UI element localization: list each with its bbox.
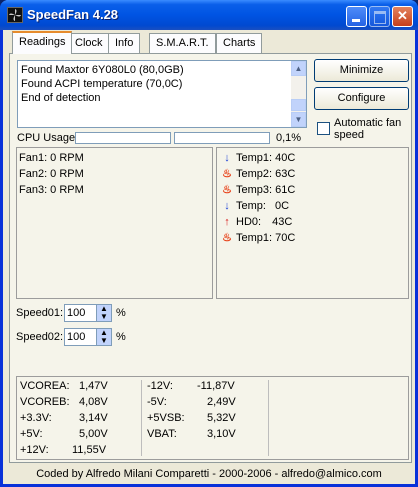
speed01-value[interactable]: 100 bbox=[67, 307, 85, 319]
scroll-up-icon[interactable]: ▲ bbox=[291, 61, 306, 76]
arrow-down-icon: ↓ bbox=[224, 152, 230, 164]
voltage-label: VBAT: bbox=[147, 428, 177, 440]
voltage-divider bbox=[268, 380, 269, 456]
voltage-label: +3.3V: bbox=[20, 412, 52, 424]
cpu-usage-bar-2 bbox=[174, 132, 270, 144]
scroll-thumb[interactable] bbox=[291, 99, 306, 111]
automatic-fan-speed-checkbox[interactable] bbox=[317, 122, 330, 135]
arrow-up-icon: ↑ bbox=[224, 216, 230, 228]
credits-footer: Coded by Alfredo Milani Comparetti - 200… bbox=[36, 468, 382, 480]
tab-info[interactable]: Info bbox=[108, 33, 141, 53]
minimize-window-button[interactable] bbox=[346, 6, 367, 27]
voltage-divider bbox=[141, 380, 142, 456]
detection-log[interactable]: Found Maxtor 6Y080L0 (80,0GB) Found ACPI… bbox=[17, 60, 307, 128]
maximize-window-button[interactable] bbox=[369, 6, 390, 27]
temperature-row: ↑ HD0: 43C bbox=[221, 214, 292, 230]
temperature-label: Temp1: bbox=[236, 152, 273, 164]
speed01-label: Speed01: bbox=[16, 307, 64, 319]
log-scrollbar[interactable]: ▲ ▼ bbox=[291, 61, 306, 127]
cpu-usage-label: CPU Usage bbox=[17, 132, 76, 144]
voltage-value: 3,10V bbox=[207, 428, 236, 440]
speedfan-app-icon bbox=[7, 7, 23, 23]
temperature-value: 43C bbox=[272, 216, 293, 228]
voltage-label: -5V: bbox=[147, 396, 167, 408]
temperature-label: Temp: bbox=[236, 200, 266, 212]
fan-reading: Fan2: 0 RPM bbox=[19, 168, 84, 180]
fan-reading: Fan3: 0 RPM bbox=[19, 184, 84, 196]
minimize-button[interactable]: Minimize bbox=[314, 59, 409, 82]
temperature-value: 70C bbox=[275, 232, 296, 244]
tab-smart[interactable]: S.M.A.R.T. bbox=[149, 33, 216, 53]
automatic-fan-speed-label: Automatic fan speed bbox=[334, 117, 402, 141]
voltage-label: VCOREA: bbox=[20, 380, 70, 392]
cpu-usage-percent: 0,1% bbox=[276, 132, 302, 144]
log-line: Found ACPI temperature (70,0C) bbox=[21, 78, 183, 90]
voltage-value: 2,49V bbox=[207, 396, 236, 408]
temperature-row: ♨ Temp3: 61C bbox=[221, 182, 295, 198]
log-line: End of detection bbox=[21, 92, 101, 104]
temperature-value: 61C bbox=[275, 184, 296, 196]
speedfan-window: SpeedFan 4.28 Readings Clock Info S.M.A.… bbox=[0, 0, 418, 487]
temperature-row: ♨ Temp2: 63C bbox=[221, 166, 295, 182]
tab-clock[interactable]: Clock bbox=[68, 33, 110, 53]
speed02-unit: % bbox=[116, 331, 126, 343]
temperature-row: ↓ Temp1: 40C bbox=[221, 150, 295, 166]
voltage-label: VCOREB: bbox=[20, 396, 70, 408]
spinner-arrows-icon[interactable]: ▲ ▼ bbox=[96, 329, 111, 345]
temperature-value: 63C bbox=[275, 168, 296, 180]
voltage-value: -11,87V bbox=[197, 380, 235, 392]
temperature-label: HD0: bbox=[236, 216, 262, 228]
close-window-button[interactable] bbox=[392, 6, 413, 27]
voltage-label: -12V: bbox=[147, 380, 173, 392]
title-bar[interactable]: SpeedFan 4.28 bbox=[0, 0, 418, 30]
voltage-label: +5V: bbox=[20, 428, 43, 440]
voltage-label: +5VSB: bbox=[147, 412, 185, 424]
voltage-value: 5,00V bbox=[79, 428, 108, 440]
voltage-value: 3,14V bbox=[79, 412, 108, 424]
voltage-value: 1,47V bbox=[79, 380, 108, 392]
fan-reading: Fan1: 0 RPM bbox=[19, 152, 84, 164]
speed02-label: Speed02: bbox=[16, 331, 64, 343]
voltage-value: 4,08V bbox=[79, 396, 108, 408]
spinner-arrows-icon[interactable]: ▲ ▼ bbox=[96, 305, 111, 321]
cpu-usage-bar-1 bbox=[75, 132, 171, 144]
flame-icon: ♨ bbox=[222, 168, 232, 180]
window-title: SpeedFan 4.28 bbox=[27, 7, 119, 22]
flame-icon: ♨ bbox=[222, 232, 232, 244]
temperature-value: 40C bbox=[275, 152, 296, 164]
log-line: Found Maxtor 6Y080L0 (80,0GB) bbox=[21, 64, 184, 76]
temperature-value: 0C bbox=[275, 200, 290, 212]
speed02-value[interactable]: 100 bbox=[67, 331, 85, 343]
voltage-label: +12V: bbox=[20, 444, 49, 456]
temperature-row: ↓ Temp: 0C bbox=[221, 198, 289, 214]
temperature-label: Temp1: bbox=[236, 232, 273, 244]
flame-icon: ♨ bbox=[222, 184, 232, 196]
voltage-value: 11,55V bbox=[72, 444, 107, 456]
speed01-unit: % bbox=[116, 307, 126, 319]
temperature-row: ♨ Temp1: 70C bbox=[221, 230, 295, 246]
tab-charts[interactable]: Charts bbox=[216, 33, 263, 53]
speed02-spinner[interactable]: 100 ▲ ▼ bbox=[64, 328, 112, 346]
arrow-down-icon: ↓ bbox=[224, 200, 230, 212]
voltage-value: 5,32V bbox=[207, 412, 236, 424]
speed01-spinner[interactable]: 100 ▲ ▼ bbox=[64, 304, 112, 322]
scroll-down-icon[interactable]: ▼ bbox=[291, 112, 306, 127]
temperature-label: Temp3: bbox=[236, 184, 273, 196]
configure-button[interactable]: Configure bbox=[314, 87, 409, 110]
temperature-label: Temp2: bbox=[236, 168, 273, 180]
tab-readings[interactable]: Readings bbox=[12, 31, 73, 54]
